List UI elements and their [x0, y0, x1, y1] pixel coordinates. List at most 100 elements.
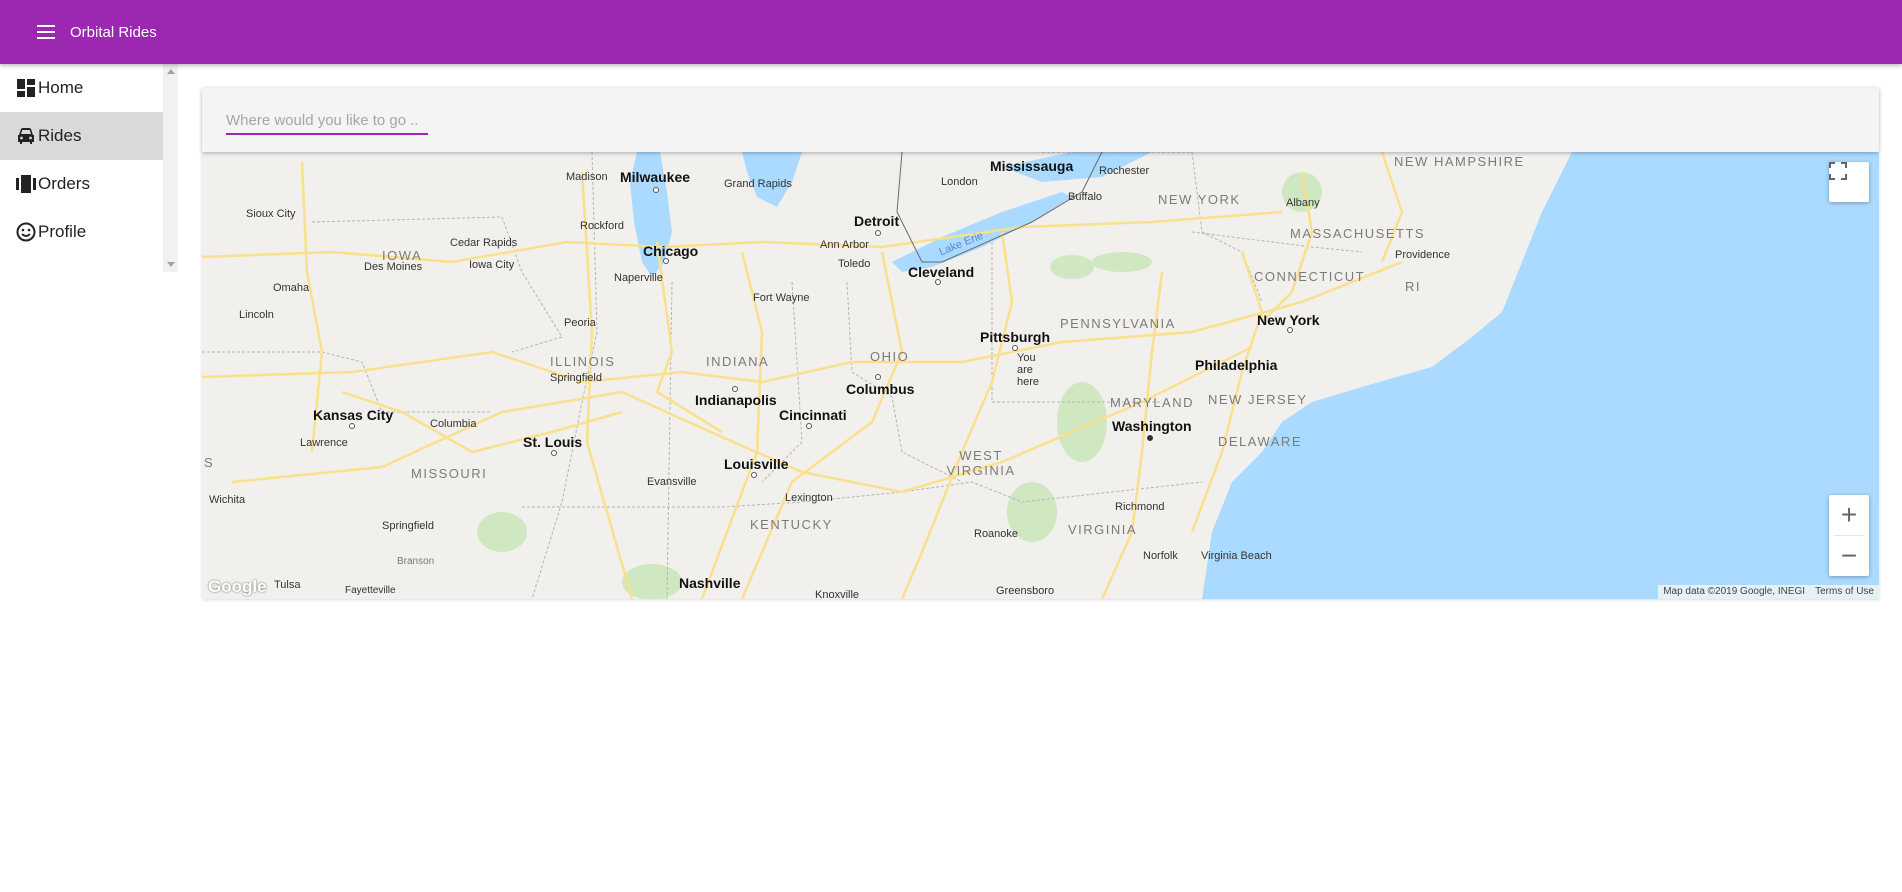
city-label: Cleveland [908, 264, 975, 280]
city-dot [806, 423, 812, 429]
city-label: Rochester [1099, 165, 1150, 177]
city-label: London [941, 176, 978, 188]
map-data-text: Map data ©2019 Google, INEGI [1658, 585, 1811, 599]
city-label: Pittsburgh [980, 329, 1050, 345]
city-label: Richmond [1115, 501, 1165, 513]
map[interactable]: NEW HAMPSHIRE NEW YORK MASSACHUSETTS IOW… [202, 152, 1879, 599]
hamburger-icon[interactable] [31, 17, 61, 47]
state-label: MASSACHUSETTS [1290, 226, 1426, 241]
city-label: Tulsa [274, 579, 301, 591]
city-label: Columbia [430, 418, 477, 430]
city-label: Mississauga [990, 158, 1074, 174]
zoom-control: + − [1829, 495, 1869, 576]
city-dot [663, 258, 669, 264]
sidebar-item-home[interactable]: Home [0, 64, 163, 112]
state-label: MISSOURI [411, 466, 488, 481]
city-label: Evansville [647, 476, 697, 488]
city-label: Ann Arbor [820, 239, 869, 251]
sidebar-item-rides[interactable]: Rides [0, 112, 163, 160]
sidebar-item-label: Orders [38, 174, 90, 193]
city-dot [875, 230, 881, 236]
sidebar: Home Rides Orders Profile [0, 64, 178, 272]
you-are-here-dot [1012, 345, 1018, 351]
city-label: Cedar Rapids [450, 237, 518, 249]
city-dot [732, 386, 738, 392]
city-label: Peoria [564, 317, 596, 329]
city-label: Knoxville [815, 589, 860, 599]
city-label: Chicago [643, 243, 699, 259]
city-label: St. Louis [523, 434, 583, 450]
sidebar-scrollbar[interactable] [163, 64, 178, 272]
carousel-icon [16, 174, 36, 194]
city-dot [551, 450, 557, 456]
city-label: Madison [566, 171, 608, 183]
fullscreen-icon [1829, 162, 1847, 180]
sidebar-item-label: Profile [38, 222, 87, 241]
state-label: MARYLAND [1110, 395, 1195, 410]
state-label: RI [1405, 279, 1421, 294]
city-label: Fayetteville [345, 585, 396, 596]
city-label: Philadelphia [1195, 357, 1278, 373]
city-label: Des Moines [364, 261, 423, 273]
city-dot [1147, 435, 1153, 441]
state-label: S [204, 455, 215, 470]
city-dot [875, 374, 881, 380]
city-label: Iowa City [469, 259, 515, 271]
city-label: Providence [1395, 249, 1451, 261]
city-label: Kansas City [313, 407, 394, 423]
scroll-down-arrow-icon[interactable] [167, 262, 175, 267]
city-dot [653, 187, 659, 193]
city-label: Lincoln [239, 309, 274, 321]
city-label: Louisville [724, 456, 789, 472]
search-card [202, 88, 1879, 152]
state-label: VIRGINIA [1068, 522, 1138, 537]
city-label: Buffalo [1068, 191, 1103, 203]
state-label: NEW YORK [1158, 192, 1241, 207]
app-title: Orbital Rides [70, 23, 157, 41]
city-dot [935, 279, 941, 285]
city-label: Toledo [838, 258, 871, 270]
app-bar: Orbital Rides [0, 0, 1902, 64]
city-label: Columbus [846, 381, 915, 397]
city-label: Washington [1112, 418, 1192, 434]
city-label: Springfield [382, 520, 434, 532]
city-label: New York [1257, 312, 1320, 328]
city-label: Fort Wayne [753, 292, 810, 304]
sidebar-item-label: Rides [38, 126, 82, 145]
sidebar-item-profile[interactable]: Profile [0, 208, 163, 256]
city-label: Greensboro [996, 585, 1055, 597]
terms-of-use-link[interactable]: Terms of Use [1810, 585, 1879, 599]
city-label: Norfolk [1143, 550, 1178, 562]
state-label: KENTUCKY [750, 517, 833, 532]
car-icon [16, 126, 36, 146]
state-label: PENNSYLVANIA [1060, 316, 1176, 331]
city-label: Omaha [273, 282, 310, 294]
city-label: Indianapolis [695, 392, 777, 408]
state-label: INDIANA [706, 354, 770, 369]
state-label: WEST VIRGINIA [946, 448, 1016, 478]
state-label: NEW HAMPSHIRE [1394, 154, 1525, 169]
state-label: NEW JERSEY [1208, 392, 1308, 407]
city-label: Nashville [679, 575, 741, 591]
city-label: Virginia Beach [1201, 550, 1272, 562]
city-label: Cincinnati [779, 407, 847, 423]
zoom-in-button[interactable]: + [1829, 495, 1869, 535]
city-label: Branson [397, 556, 435, 567]
city-dot [1287, 327, 1293, 333]
google-logo: Google [208, 577, 267, 596]
zoom-out-button[interactable]: − [1829, 536, 1869, 576]
state-label: ILLINOIS [550, 354, 616, 369]
city-label: Naperville [614, 272, 663, 284]
city-label: Springfield [550, 372, 602, 384]
map-attribution: Map data ©2019 Google, INEGI Terms of Us… [1658, 585, 1879, 599]
sidebar-item-orders[interactable]: Orders [0, 160, 163, 208]
smiley-icon [16, 222, 36, 242]
fullscreen-button[interactable] [1829, 162, 1869, 202]
sidebar-item-label: Home [38, 78, 84, 97]
destination-search-input[interactable] [226, 107, 428, 135]
state-label: DELAWARE [1218, 434, 1302, 449]
scroll-up-arrow-icon[interactable] [167, 69, 175, 74]
city-dot [349, 423, 355, 429]
city-label: Rockford [580, 220, 625, 232]
city-label: Lexington [785, 492, 833, 504]
